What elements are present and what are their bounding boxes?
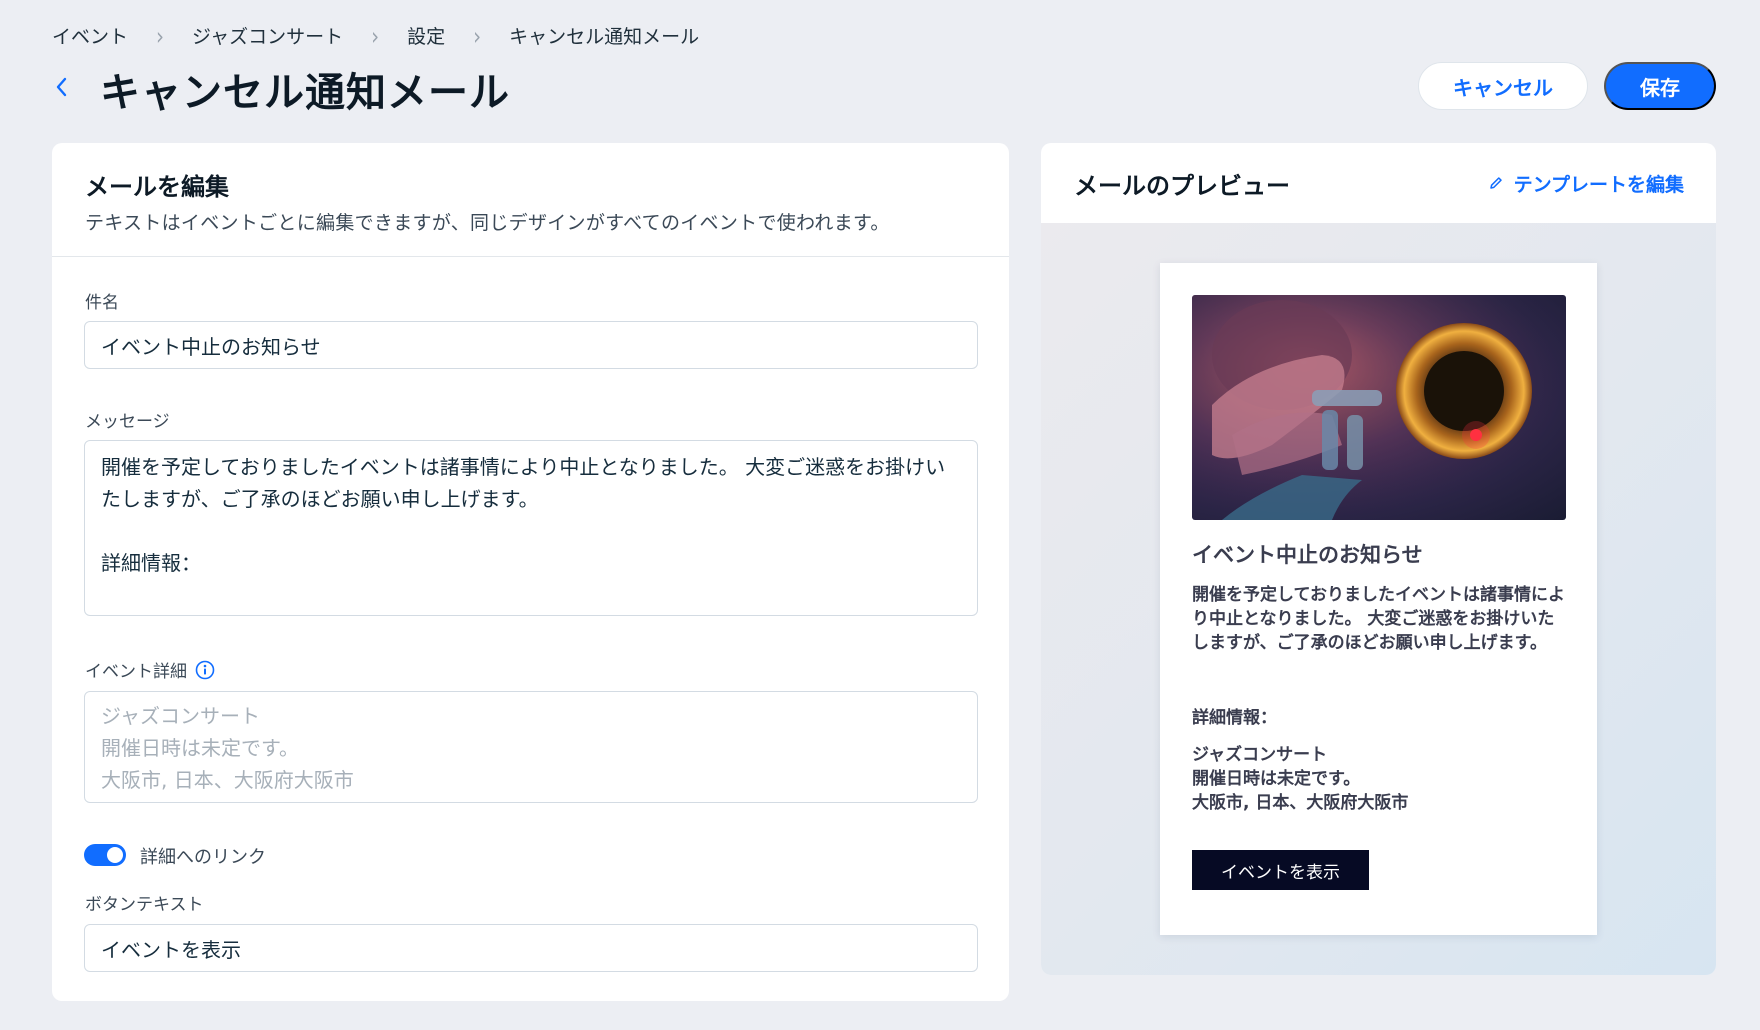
email-details: ジャズコンサート 開催日時は未定です。 大阪市, 日本、大阪府大阪市 bbox=[1192, 743, 1408, 815]
email-preview-title: メールのプレビュー bbox=[1074, 171, 1290, 200]
subject-input[interactable]: イベント中止のお知らせ bbox=[84, 321, 978, 369]
edit-email-panel: メールを編集 テキストはイベントごとに編集できますが、同じデザインがすべてのイベ… bbox=[52, 143, 1009, 1001]
edit-email-subtitle: テキストはイベントごとに編集できますが、同じデザインがすべてのイベントで使われま… bbox=[85, 212, 890, 234]
edit-template-label: テンプレートを編集 bbox=[1513, 173, 1684, 196]
toggle-knob bbox=[107, 847, 123, 863]
page: イベント › ジャズコンサート › 設定 › キャンセル通知メール キャンセル通… bbox=[0, 0, 1760, 1030]
page-title: キャンセル通知メール bbox=[100, 70, 510, 116]
email-mock: イベント中止のお知らせ 開催を予定しておりましたイベントは諸事情により中止となり… bbox=[1160, 263, 1597, 935]
breadcrumb: イベント › ジャズコンサート › 設定 › キャンセル通知メール bbox=[52, 21, 700, 50]
message-textarea[interactable]: 開催を予定しておりましたイベントは諸事情により中止となりました。 大変ご迷惑をお… bbox=[84, 440, 978, 616]
preview-canvas: イベント中止のお知らせ 開催を予定しておりましたイベントは諸事情により中止となり… bbox=[1041, 223, 1716, 975]
event-details-line: ジャズコンサート bbox=[101, 704, 260, 728]
edit-email-title: メールを編集 bbox=[85, 173, 229, 201]
email-preview-panel: メールのプレビュー テンプレートを編集 イベント中止のお知らせ 開催を予定してお… bbox=[1041, 143, 1716, 975]
chevron-right-icon: › bbox=[473, 21, 482, 50]
save-button[interactable]: 保存 bbox=[1604, 62, 1716, 110]
email-preview-header: メールのプレビュー テンプレートを編集 bbox=[1041, 143, 1716, 223]
email-details-line: 大阪市, 日本、大阪府大阪市 bbox=[1192, 793, 1409, 813]
chevron-right-icon: › bbox=[156, 21, 165, 50]
event-details-label: イベント詳細 bbox=[85, 662, 187, 682]
details-link-toggle[interactable] bbox=[84, 844, 126, 866]
info-icon[interactable] bbox=[195, 660, 215, 680]
breadcrumb-item-events[interactable]: イベント bbox=[52, 22, 128, 49]
cancel-button[interactable]: キャンセル bbox=[1418, 62, 1588, 110]
edit-email-header: メールを編集 テキストはイベントごとに編集できますが、同じデザインがすべてのイベ… bbox=[52, 143, 1009, 257]
event-details-field[interactable]: ジャズコンサート 開催日時は未定です。 大阪市, 日本、大阪府大阪市 bbox=[84, 691, 978, 803]
details-link-label: 詳細へのリンク bbox=[140, 847, 266, 868]
event-details-label-row: イベント詳細 bbox=[85, 657, 215, 682]
chevron-left-icon bbox=[56, 77, 67, 97]
breadcrumb-item-event[interactable]: ジャズコンサート bbox=[192, 22, 343, 49]
chevron-right-icon: › bbox=[371, 21, 380, 50]
breadcrumb-item-settings[interactable]: 設定 bbox=[407, 22, 445, 49]
back-button[interactable] bbox=[46, 70, 76, 104]
event-details-line: 開催日時は未定です。 bbox=[101, 736, 299, 760]
edit-template-link[interactable]: テンプレートを編集 bbox=[1488, 170, 1684, 197]
email-body: 開催を予定しておりましたイベントは諸事情により中止となりました。 大変ご迷惑をお… bbox=[1192, 585, 1565, 653]
message-label: メッセージ bbox=[85, 412, 170, 432]
pencil-icon bbox=[1489, 177, 1502, 189]
view-event-button[interactable]: イベントを表示 bbox=[1192, 850, 1369, 890]
subject-label: 件名 bbox=[85, 293, 119, 313]
button-text-input[interactable]: イベントを表示 bbox=[84, 924, 978, 972]
email-details-label: 詳細情報： bbox=[1192, 708, 1277, 728]
email-details-line: 開催日時は未定です。 bbox=[1192, 769, 1361, 789]
button-text-label: ボタンテキスト bbox=[85, 895, 204, 915]
email-heading: イベント中止のお知らせ bbox=[1192, 543, 1423, 567]
email-details-line: ジャズコンサート bbox=[1192, 745, 1328, 765]
event-details-line: 大阪市, 日本、大阪府大阪市 bbox=[101, 768, 354, 792]
hero-image bbox=[1192, 295, 1566, 520]
breadcrumb-item-current: キャンセル通知メール bbox=[509, 26, 700, 48]
